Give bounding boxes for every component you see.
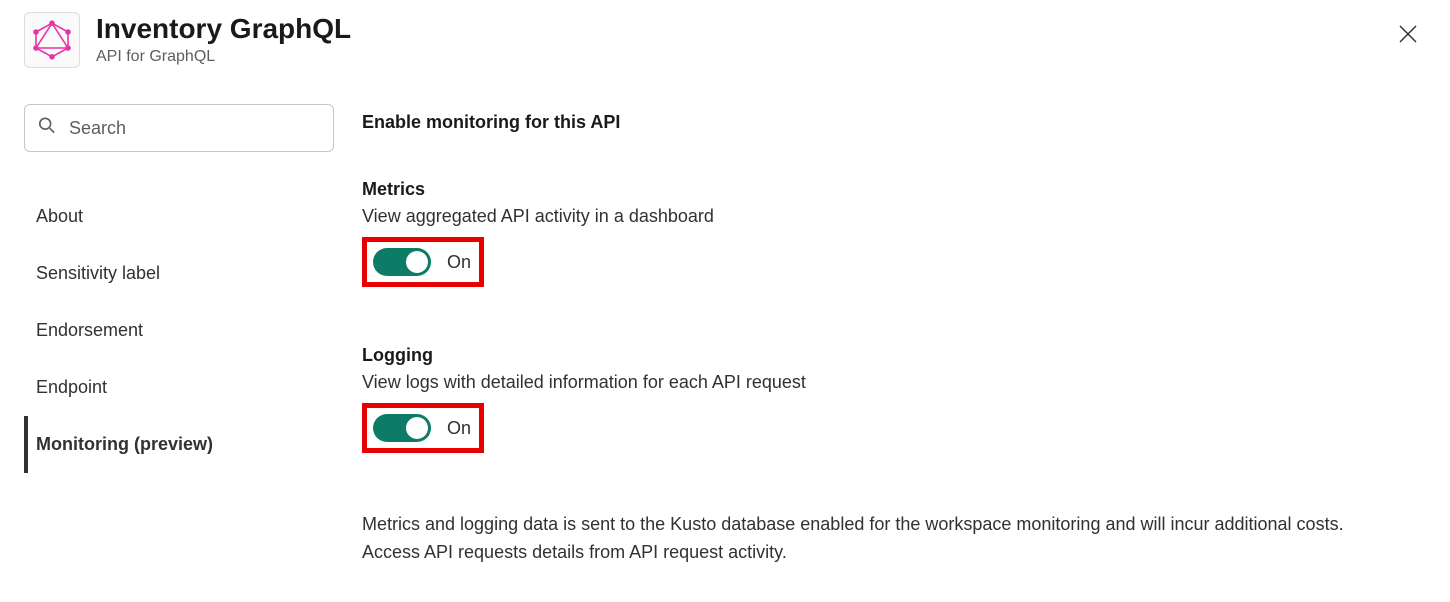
search-icon [38, 117, 56, 140]
metrics-title: Metrics [362, 179, 1426, 200]
nav-list: About Sensitivity label Endorsement Endp… [24, 188, 334, 473]
nav-item-about[interactable]: About [24, 188, 334, 245]
metrics-toggle[interactable] [373, 248, 431, 276]
search-input[interactable] [24, 104, 334, 152]
search-box [24, 104, 334, 152]
metrics-description: View aggregated API activity in a dashbo… [362, 206, 1426, 227]
nav-item-endpoint[interactable]: Endpoint [24, 359, 334, 416]
section-heading: Enable monitoring for this API [362, 112, 1426, 133]
metrics-setting: Metrics View aggregated API activity in … [362, 179, 1426, 287]
nav-item-sensitivity-label[interactable]: Sensitivity label [24, 245, 334, 302]
page-header: Inventory GraphQL API for GraphQL [24, 12, 1426, 68]
sidebar: About Sensitivity label Endorsement Endp… [24, 104, 334, 567]
toggle-knob [406, 417, 428, 439]
logging-toggle[interactable] [373, 414, 431, 442]
metrics-toggle-row: On [362, 237, 484, 287]
logging-toggle-row: On [362, 403, 484, 453]
metrics-toggle-label: On [447, 252, 471, 273]
toggle-knob [406, 251, 428, 273]
nav-item-endorsement[interactable]: Endorsement [24, 302, 334, 359]
close-button[interactable] [1394, 20, 1422, 53]
graphql-icon [24, 12, 80, 68]
close-icon [1398, 24, 1418, 44]
page-title: Inventory GraphQL [96, 12, 1426, 46]
page-subtitle: API for GraphQL [96, 48, 1426, 66]
main-content: Enable monitoring for this API Metrics V… [362, 104, 1426, 567]
logging-title: Logging [362, 345, 1426, 366]
monitoring-footnote: Metrics and logging data is sent to the … [362, 511, 1382, 567]
logging-description: View logs with detailed information for … [362, 372, 1426, 393]
logging-toggle-label: On [447, 418, 471, 439]
logging-setting: Logging View logs with detailed informat… [362, 345, 1426, 453]
nav-item-monitoring[interactable]: Monitoring (preview) [24, 416, 334, 473]
